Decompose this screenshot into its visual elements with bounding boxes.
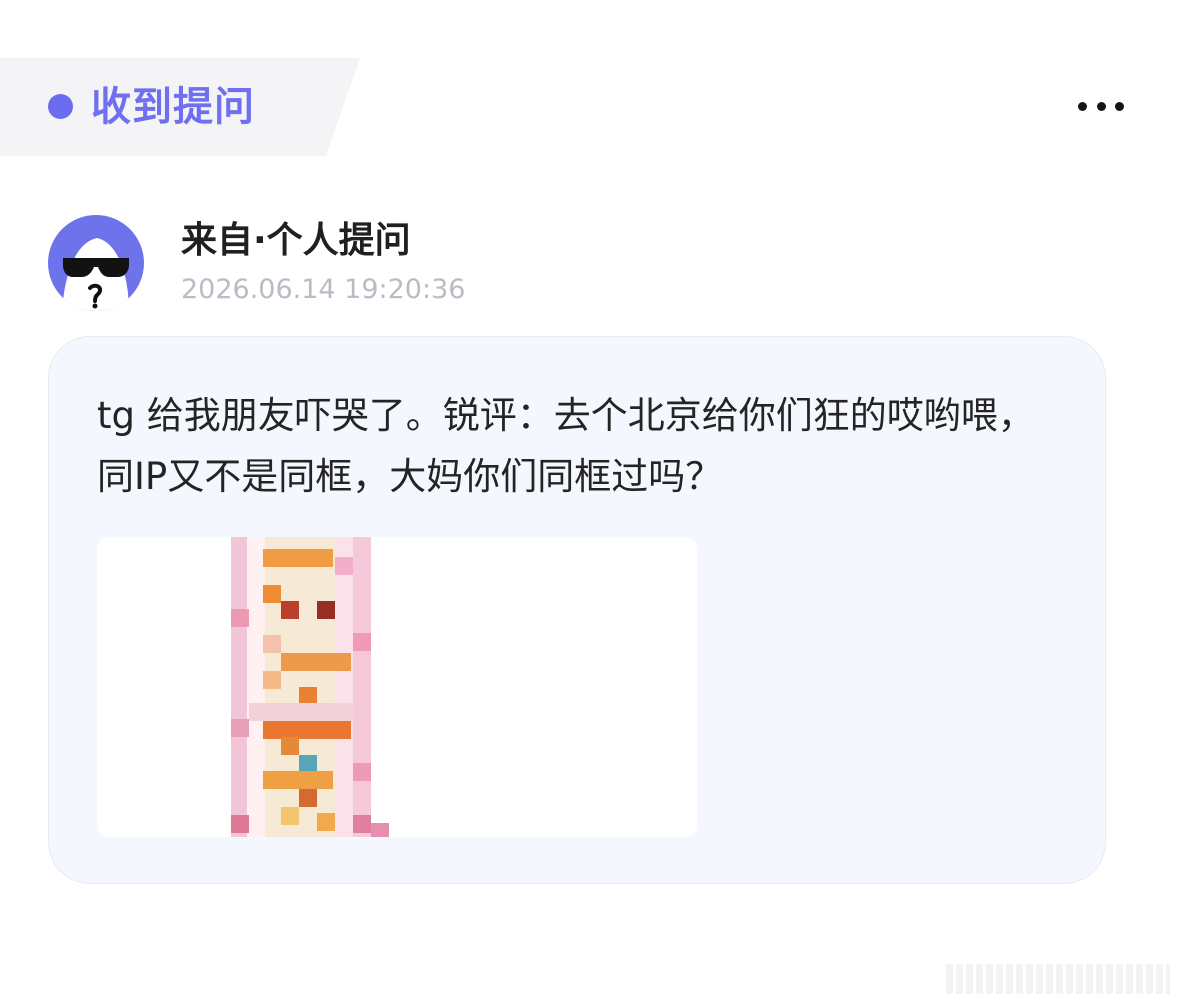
- message-text: tg 给我朋友吓哭了。锐评：去个北京给你们狂的哎哟喂，同IP又不是同框，大妈你们…: [97, 394, 1035, 498]
- more-dot-2: [1096, 101, 1106, 111]
- header-indicator-dot: [48, 94, 73, 119]
- more-options-icon[interactable]: [1078, 96, 1124, 116]
- message-image[interactable]: [97, 537, 697, 837]
- timestamp: 2026.06.14 19:20:36: [181, 274, 466, 305]
- bottom-pattern-decoration: [946, 964, 1170, 994]
- page-title: 收到提问: [91, 84, 255, 130]
- pixelated-photo-image: [223, 537, 403, 837]
- more-dot-3: [1115, 101, 1124, 111]
- sender-title: 来自·个人提问: [181, 220, 411, 261]
- message-card: tg 给我朋友吓哭了。锐评：去个北京给你们狂的哎哟喂，同IP又不是同框，大妈你们…: [48, 336, 1106, 884]
- avatar[interactable]: [48, 215, 144, 311]
- more-dot-1: [1078, 101, 1087, 111]
- sunglasses-face-avatar-icon: [62, 238, 130, 311]
